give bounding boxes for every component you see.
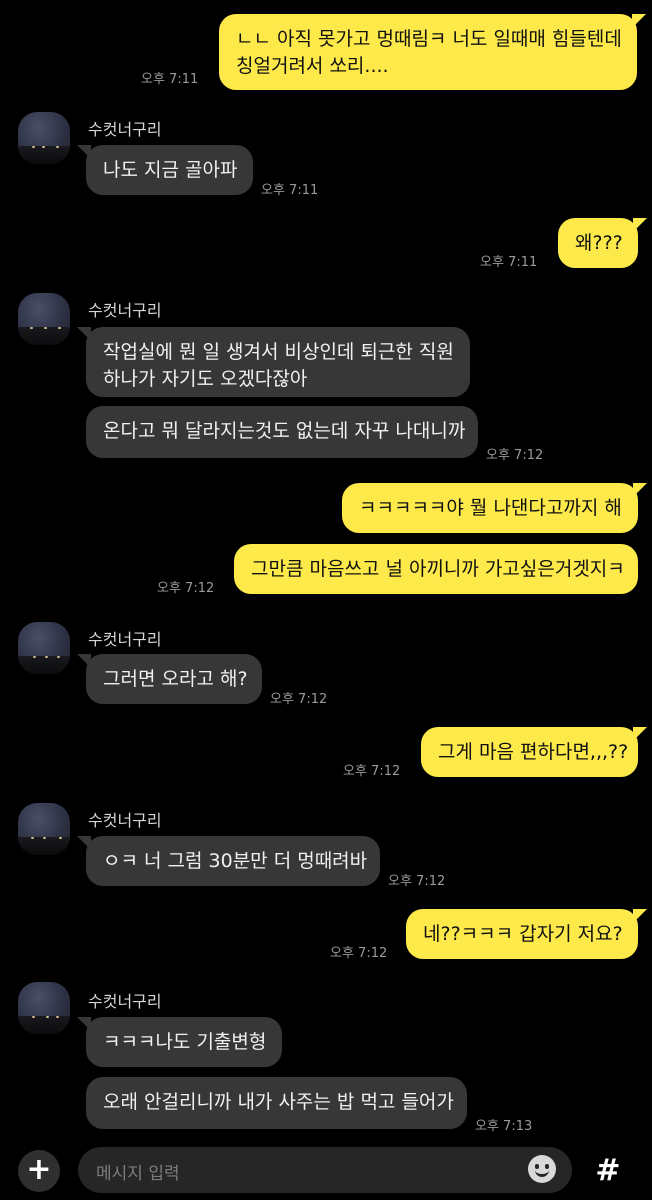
message-input-placeholder: 메시지 입력 xyxy=(96,1164,180,1184)
message-input-bar: + 메시지 입력 # xyxy=(0,1140,652,1200)
avatar[interactable] xyxy=(18,803,70,855)
message-time: 오후 7:12 xyxy=(343,764,401,779)
message-bubble-received[interactable]: 온다고 뭐 달라지는것도 없는데 자꾸 나대니까 xyxy=(86,406,478,458)
message-bubble-received[interactable]: ㅋㅋㅋ나도 기출변형 xyxy=(77,1017,282,1067)
message-time: 오후 7:12 xyxy=(486,448,544,463)
message-time: 오후 7:11 xyxy=(480,255,538,270)
message-bubble-sent[interactable]: ㅋㅋㅋㅋㅋ야 뭘 나댄다고까지 해 xyxy=(342,483,647,533)
avatar[interactable] xyxy=(18,622,70,674)
message-bubble-sent[interactable]: 왜??? xyxy=(558,218,647,268)
contact-name: 수컷너구리 xyxy=(88,811,162,830)
contact-name: 수컷너구리 xyxy=(88,992,162,1011)
message-time: 오후 7:12 xyxy=(388,874,446,889)
message-text: 작업실에 뭔 일 생겨서 비상인데 퇴근한 직원 xyxy=(103,341,454,363)
message-bubble-received[interactable]: 작업실에 뭔 일 생겨서 비상인데 퇴근한 직원 하나가 자기도 오겠다잖아 xyxy=(77,327,470,397)
message-time: 오후 7:11 xyxy=(261,183,319,198)
message-text: ㄴㄴ 아직 못가고 멍때림ㅋ 너도 일때매 힘들텐데 xyxy=(236,28,622,50)
message-bubble-sent[interactable]: 그게 마음 편하다면,,,?? xyxy=(421,727,647,777)
message-bubble-received[interactable]: 오래 안걸리니까 내가 사주는 밥 먹고 들어가 xyxy=(86,1077,467,1129)
message-time: 오후 7:12 xyxy=(330,946,388,961)
avatar[interactable] xyxy=(18,112,70,164)
message-text: 칭얼거려서 쏘리.... xyxy=(236,55,389,77)
message-bubble-received[interactable]: 그러면 오라고 해? xyxy=(77,654,262,704)
emoji-icon[interactable] xyxy=(528,1155,556,1183)
message-bubble-received[interactable]: 나도 지금 골아파 xyxy=(77,145,253,195)
message-bubble-sent[interactable]: ㄴㄴ 아직 못가고 멍때림ㅋ 너도 일때매 힘들텐데 칭얼거려서 쏘리.... xyxy=(219,14,646,90)
message-time: 오후 7:13 xyxy=(475,1119,533,1134)
contact-name: 수컷너구리 xyxy=(88,120,162,139)
message-input[interactable]: 메시지 입력 xyxy=(78,1147,572,1193)
message-text: 온다고 뭐 달라지는것도 없는데 자꾸 나대니까 xyxy=(103,420,466,442)
contact-name: 수컷너구리 xyxy=(88,301,162,320)
message-time: 오후 7:12 xyxy=(270,692,328,707)
message-text: ㅋㅋㅋㅋㅋ야 뭘 나댄다고까지 해 xyxy=(359,497,622,519)
avatar[interactable] xyxy=(18,293,70,345)
avatar[interactable] xyxy=(18,982,70,1034)
hash-button[interactable]: # xyxy=(587,1150,629,1192)
message-time: 오후 7:11 xyxy=(141,72,199,87)
message-text: 하나가 자기도 오겠다잖아 xyxy=(103,368,308,390)
attach-plus-button[interactable]: + xyxy=(18,1150,60,1192)
message-text: 그게 마음 편하다면,,,?? xyxy=(438,741,629,763)
message-bubble-sent[interactable]: 그만큼 마음쓰고 널 아끼니까 가고싶은거겟지ㅋ xyxy=(234,544,638,594)
message-text: ㅋㅋㅋ나도 기출변형 xyxy=(103,1031,267,1053)
message-text: ㅇㅋ 너 그럼 30분만 더 멍때려바 xyxy=(103,850,368,872)
message-bubble-sent[interactable]: 네??ㅋㅋㅋ 갑자기 저요? xyxy=(406,909,647,959)
message-text: 그만큼 마음쓰고 널 아끼니까 가고싶은거겟지ㅋ xyxy=(251,558,625,580)
message-text: 왜??? xyxy=(575,232,623,254)
message-text: 오래 안걸리니까 내가 사주는 밥 먹고 들어가 xyxy=(103,1091,454,1113)
contact-name: 수컷너구리 xyxy=(88,630,162,649)
message-text: 네??ㅋㅋㅋ 갑자기 저요? xyxy=(423,923,623,945)
message-text: 나도 지금 골아파 xyxy=(103,159,238,181)
message-time: 오후 7:12 xyxy=(157,581,215,596)
message-bubble-received[interactable]: ㅇㅋ 너 그럼 30분만 더 멍때려바 xyxy=(77,836,380,886)
message-text: 그러면 오라고 해? xyxy=(103,668,248,690)
